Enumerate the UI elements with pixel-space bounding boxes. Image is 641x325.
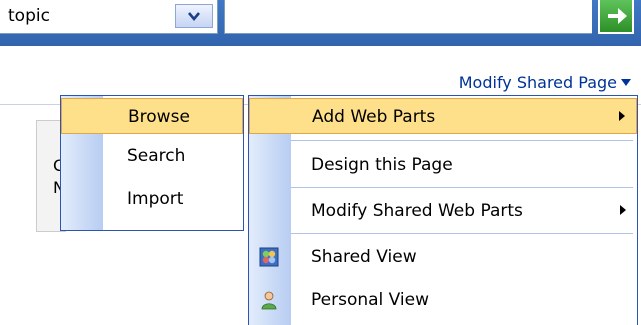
- submenu-arrow-icon: [620, 205, 626, 215]
- search-scope-value: topic: [8, 6, 50, 26]
- menu-separator: [291, 233, 633, 234]
- menu-item-shared-view[interactable]: Shared View: [249, 239, 637, 275]
- menu-item-import[interactable]: Import: [61, 187, 243, 223]
- menu-item-search[interactable]: Search: [61, 144, 243, 180]
- add-web-parts-submenu: Browse Search Import: [60, 95, 244, 231]
- search-scope-dropdown[interactable]: topic: [0, 0, 218, 34]
- search-go-button[interactable]: [598, 0, 634, 34]
- menu-item-label: Modify Shared Web Parts: [311, 201, 523, 221]
- modify-shared-page-dropdown: Add Web Parts Design this Page Modify Sh…: [248, 95, 638, 325]
- arrow-right-icon: [608, 8, 627, 24]
- menu-separator: [291, 187, 633, 188]
- search-input[interactable]: [224, 0, 592, 34]
- menu-item-label: Personal View: [311, 290, 430, 310]
- menu-item-browse[interactable]: Browse: [61, 98, 243, 134]
- menu-item-label: Shared View: [311, 247, 417, 267]
- menu-item-modify-shared-web-parts[interactable]: Modify Shared Web Parts: [249, 193, 637, 229]
- search-bar: topic: [0, 0, 641, 46]
- menu-item-label: Browse: [128, 107, 190, 127]
- menu-item-label: Search: [127, 146, 186, 166]
- shared-view-icon: [259, 247, 279, 267]
- submenu-arrow-icon: [619, 111, 625, 121]
- menu-item-label: Import: [127, 189, 184, 209]
- personal-view-icon: [261, 291, 277, 310]
- caret-down-icon: [621, 79, 631, 86]
- menu-item-personal-view[interactable]: Personal View: [249, 282, 637, 318]
- menu-item-label: Design this Page: [311, 155, 453, 175]
- menu-separator: [291, 140, 633, 141]
- menu-item-label: Add Web Parts: [312, 107, 436, 127]
- modify-shared-page-menu[interactable]: Modify Shared Page: [459, 73, 631, 93]
- menu-item-add-web-parts[interactable]: Add Web Parts: [249, 98, 637, 134]
- menu-item-design-this-page[interactable]: Design this Page: [249, 147, 637, 183]
- modify-shared-page-label: Modify Shared Page: [458, 73, 617, 92]
- chevron-down-icon[interactable]: [175, 4, 213, 28]
